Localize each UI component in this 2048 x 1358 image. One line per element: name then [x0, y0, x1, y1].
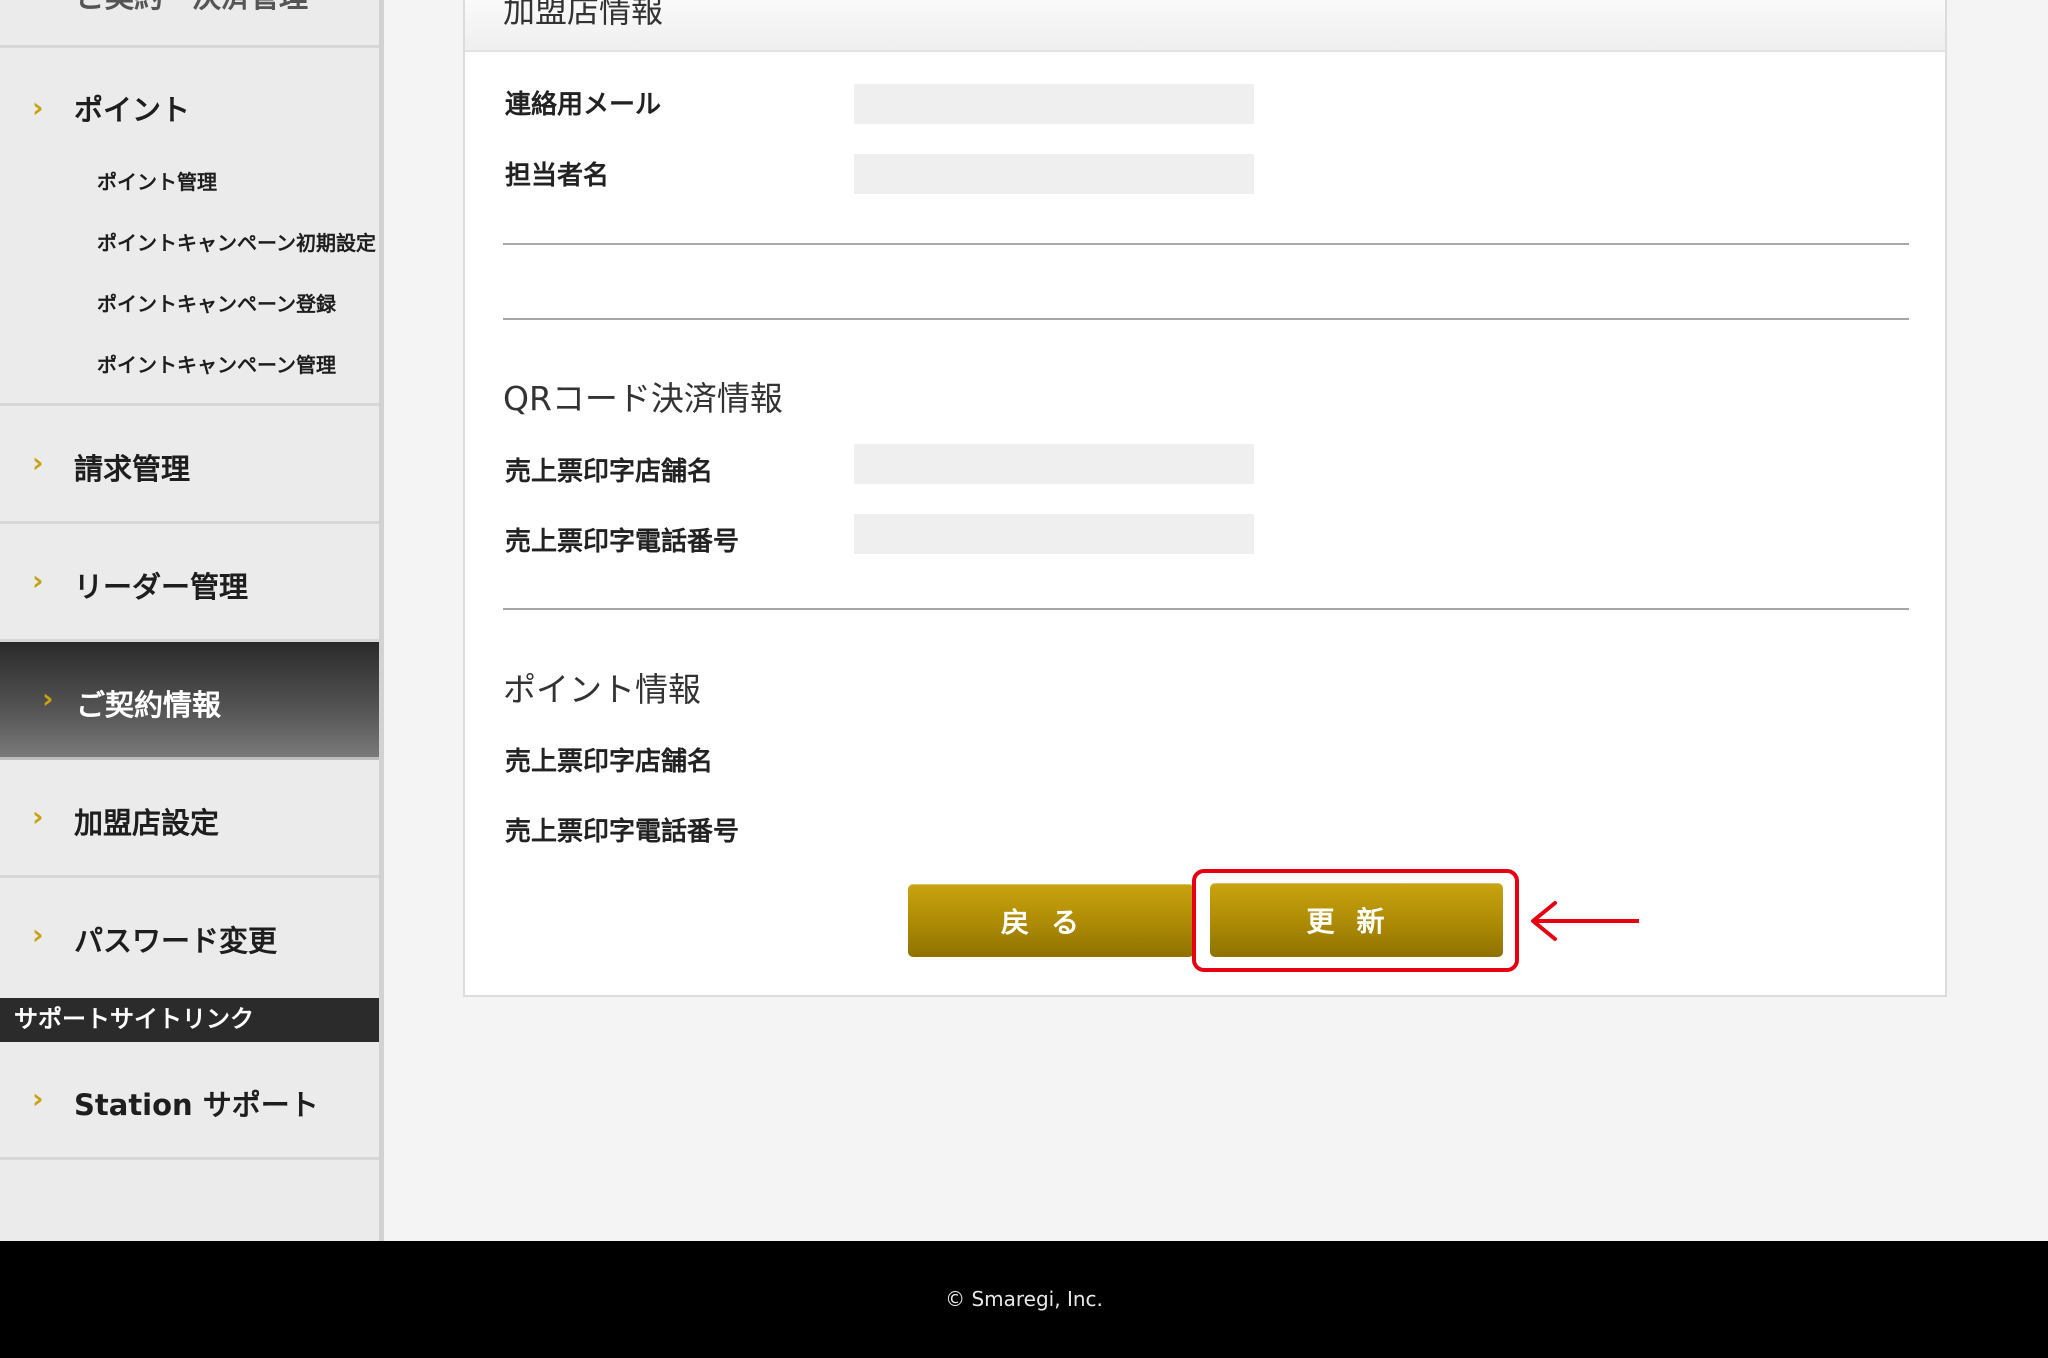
- chevron-right-icon: ›: [32, 800, 44, 833]
- qr-store-name-field[interactable]: [854, 444, 1254, 484]
- arrow-left-icon: [1531, 901, 1639, 941]
- sidebar-item-label: 加盟店設定: [74, 806, 220, 840]
- qr-phone-field[interactable]: [854, 514, 1254, 554]
- divider: [503, 243, 1909, 245]
- sidebar-item-station-support[interactable]: › Station サポート: [0, 1042, 379, 1160]
- field-label-qr-phone: 売上票印字電話番号: [505, 527, 740, 557]
- sidebar-item-reader[interactable]: › リーダー管理: [0, 524, 379, 642]
- sidebar-group-point: › ポイント ポイント管理 ポイントキャンペーン初期設定 ポイントキャンペーン登…: [0, 48, 379, 406]
- sidebar-subitem-campaign-register[interactable]: ポイントキャンペーン登録: [97, 288, 336, 317]
- field-label-qr-store-name: 売上票印字店舗名: [505, 457, 714, 487]
- sidebar-section-support: サポートサイトリンク: [0, 998, 379, 1042]
- sidebar-item-contract[interactable]: › ご契約情報: [0, 642, 379, 760]
- sidebar-item-label: ご契約情報: [76, 688, 222, 722]
- back-button-label: 戻る: [1000, 905, 1101, 939]
- field-label-contact-person: 担当者名: [505, 161, 610, 191]
- field-label-point-store-name: 売上票印字店舗名: [505, 747, 714, 777]
- chevron-right-icon: ›: [32, 91, 44, 124]
- sidebar-subitem-campaign-initial[interactable]: ポイントキャンペーン初期設定: [97, 227, 376, 256]
- chevron-right-icon: ›: [32, 446, 44, 479]
- card-header: 加盟店情報: [465, 0, 1945, 52]
- sidebar-item-merchant-settings[interactable]: › 加盟店設定: [0, 760, 379, 878]
- sidebar-item-password[interactable]: › パスワード変更: [0, 878, 379, 998]
- divider: [503, 318, 1909, 320]
- copyright-text: © Smaregi, Inc.: [945, 1287, 1103, 1311]
- back-button[interactable]: 戻る: [908, 884, 1194, 957]
- chevron-right-icon: ›: [42, 682, 54, 715]
- footer: © Smaregi, Inc.: [0, 1241, 2048, 1358]
- sidebar-subitem-campaign-manage[interactable]: ポイントキャンペーン管理: [97, 349, 336, 378]
- field-label-contact-email: 連絡用メール: [505, 90, 662, 120]
- sidebar-subitem-point-manage[interactable]: ポイント管理: [97, 166, 217, 195]
- card-title: 加盟店情報: [503, 0, 664, 30]
- sidebar-item-top-partial[interactable]: ご契約・決済管理: [0, 0, 379, 48]
- chevron-right-icon: ›: [32, 564, 44, 597]
- chevron-right-icon: ›: [32, 918, 44, 951]
- chevron-right-icon: ›: [32, 1082, 44, 1115]
- field-label-point-phone: 売上票印字電話番号: [505, 817, 740, 847]
- merchant-info-card: 加盟店情報 連絡用メール 担当者名 QRコード決済情報 売上票印字店舗名 売上票…: [463, 0, 1947, 997]
- sidebar-item-label: リーダー管理: [74, 570, 249, 604]
- divider: [503, 608, 1909, 610]
- sidebar-item-label: パスワード変更: [74, 924, 278, 958]
- sidebar-item-label: Station サポート: [74, 1088, 319, 1122]
- sidebar-item-label: 請求管理: [74, 452, 191, 486]
- sidebar-item-point[interactable]: › ポイント: [0, 88, 379, 128]
- sidebar-item-label: ポイント: [74, 93, 191, 127]
- sidebar-item-billing[interactable]: › 請求管理: [0, 406, 379, 524]
- sidebar: ご契約・決済管理 › ポイント ポイント管理 ポイントキャンペーン初期設定 ポイ…: [0, 0, 384, 1241]
- point-section-title: ポイント情報: [503, 670, 701, 709]
- update-button-highlight: [1192, 869, 1519, 972]
- contact-email-field[interactable]: [854, 84, 1254, 124]
- contact-person-field[interactable]: [854, 154, 1254, 194]
- qr-section-title: QRコード決済情報: [503, 379, 783, 418]
- sidebar-item-label: ご契約・決済管理: [76, 0, 308, 16]
